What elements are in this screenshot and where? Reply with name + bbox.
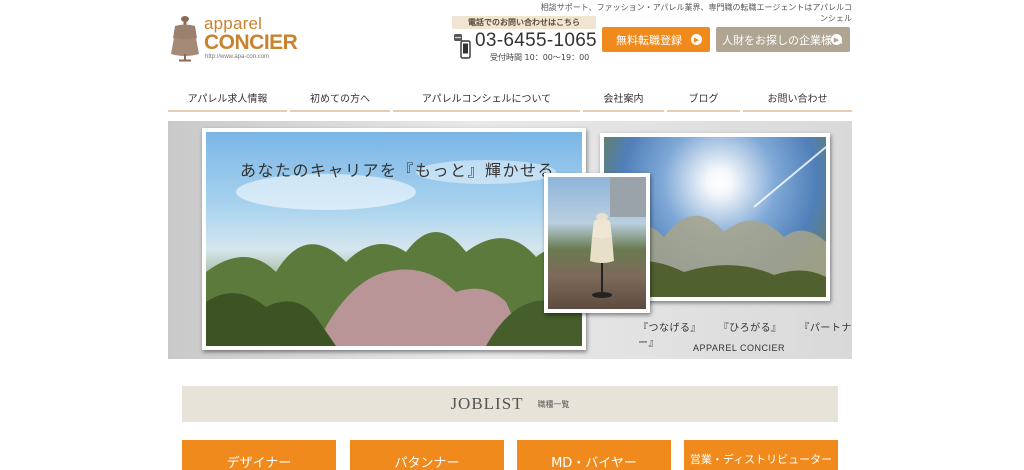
chevron-right-icon: ▶	[831, 34, 842, 45]
free-registration-button[interactable]: 無料転職登録 ▶	[602, 27, 710, 52]
hero-brand: APPAREL CONCIER	[693, 343, 786, 353]
site-logo[interactable]: apparel CONCIER http://www.apa-con.com	[168, 14, 298, 64]
job-category-tiles: デザイナー パタンナー MD・バイヤー 営業・ディストリビューター	[182, 440, 838, 470]
phone-number[interactable]: 03-6455-1065	[475, 30, 597, 52]
corporate-clients-label: 人財をお探しの企業様へ	[722, 33, 843, 47]
chevron-right-icon: ▶	[691, 34, 702, 45]
mobile-phone-icon	[454, 34, 471, 59]
nav-item-jobs[interactable]: アパレル求人情報	[168, 84, 287, 112]
nav-item-about[interactable]: アパレルコンシェルについて	[393, 84, 580, 112]
phone-hours: 受付時間 10：00〜19：00	[490, 53, 590, 62]
nav-item-blog[interactable]: ブログ	[667, 84, 740, 112]
joblist-heading: JOBLIST	[450, 394, 524, 413]
mannequin-illustration	[590, 177, 646, 298]
joblist-header: JOBLIST 職種一覧	[182, 386, 838, 422]
free-registration-label: 無料転職登録	[616, 33, 682, 47]
hero-banner: あなたのキャリアを『もっと』輝かせる 『つなげる』 『ひろがる』 『パートナー』…	[168, 121, 852, 359]
main-nav: アパレル求人情報 初めての方へ アパレルコンシェルについて 会社案内 ブログ お…	[168, 84, 852, 112]
hero-photo-mannequin	[544, 173, 650, 313]
nav-item-first-time[interactable]: 初めての方へ	[290, 84, 390, 112]
mannequin-logo-icon	[171, 16, 199, 62]
hero-title: あなたのキャリアを『もっと』輝かせる	[240, 161, 556, 180]
job-tile-sales[interactable]: 営業・ディストリビューター	[684, 440, 838, 470]
nav-item-contact[interactable]: お問い合わせ	[743, 84, 852, 112]
job-tile-md-buyer[interactable]: MD・バイヤー	[517, 440, 671, 470]
nav-item-company[interactable]: 会社案内	[583, 84, 664, 112]
job-tile-patternmaker[interactable]: パタンナー	[350, 440, 504, 470]
corporate-clients-button[interactable]: 人財をお探しの企業様へ ▶	[716, 27, 850, 52]
logo-text-concier: CONCIER	[204, 31, 298, 54]
logo-url: http://www.apa-con.com	[205, 54, 270, 60]
phone-contact-label: 電話でのお問い合わせはこちら	[452, 16, 596, 29]
job-tile-designer[interactable]: デザイナー	[182, 440, 336, 470]
joblist-subheading: 職種一覧	[537, 399, 570, 409]
